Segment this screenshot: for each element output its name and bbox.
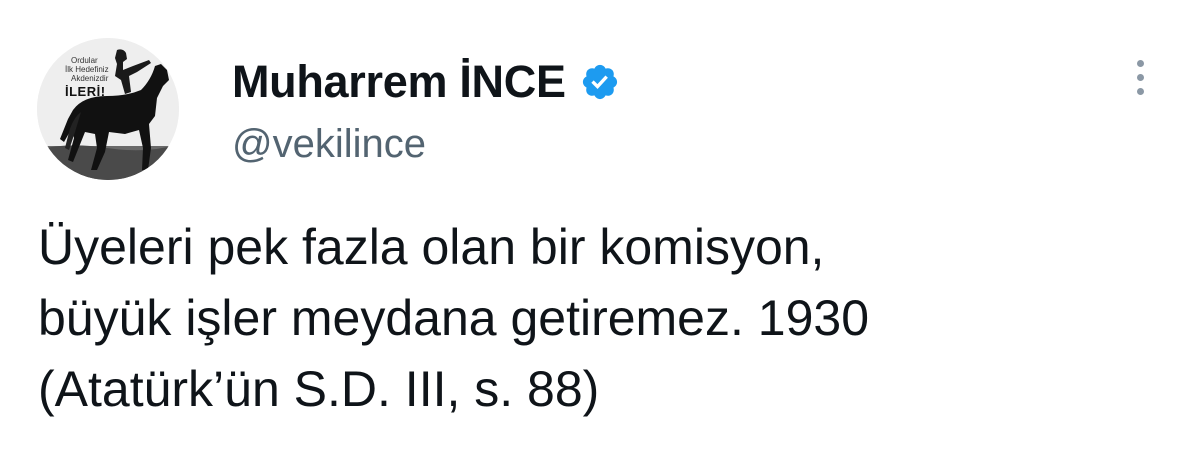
dot [1136,74,1144,81]
tweet-text-line: büyük işler meydana getiremez. 1930 [38,290,870,346]
dot [1136,60,1144,67]
dot [1136,88,1144,95]
tweet-text: Üyeleri pek fazla olan bir komisyon, büy… [38,212,1178,425]
avatar-caption-line: İlk Hedefiniz [65,65,109,75]
verified-badge-icon [582,64,617,100]
display-name[interactable]: Muharrem İNCE [232,56,566,108]
avatar-caption-line: Akdenizdir [71,74,109,84]
tweet-text-line: (Atatürk’ün S.D. III, s. 88) [38,361,600,417]
tweet-text-line: Üyeleri pek fazla olan bir komisyon, [38,219,825,275]
avatar-caption-title: İLERİ! [65,83,106,99]
avatar[interactable]: Ordular İlk Hedefiniz Akdenizdir İLERİ! [37,38,179,180]
author-handle[interactable]: @vekilince [232,122,426,167]
author-name-row[interactable]: Muharrem İNCE [232,56,620,108]
more-options-icon[interactable] [1128,60,1152,104]
avatar-caption: Ordular İlk Hedefiniz Akdenizdir İLERİ! [57,56,127,100]
tweet-card: Ordular İlk Hedefiniz Akdenizdir İLERİ! … [0,0,1200,457]
avatar-caption-line: Ordular [71,56,98,65]
